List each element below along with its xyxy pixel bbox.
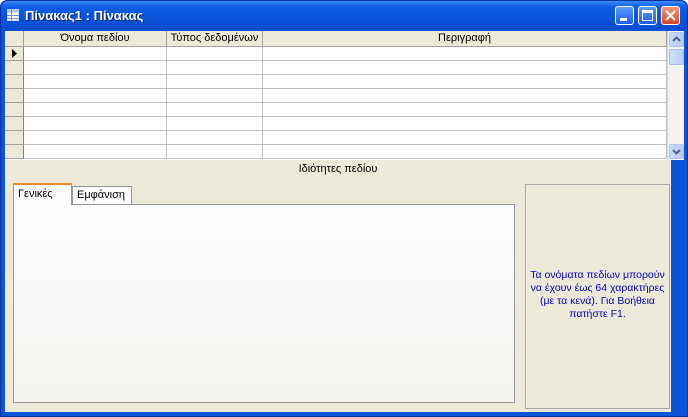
data-type-cell[interactable] (167, 61, 263, 75)
chevron-down-icon (672, 149, 681, 155)
minimize-icon (620, 18, 627, 21)
grid-corner[interactable] (5, 31, 24, 47)
client-area: Όνομα πεδίου Τύπος δεδομένων Περιγραφή Ι… (5, 31, 684, 412)
row-selector[interactable] (5, 89, 24, 103)
data-type-cell[interactable] (167, 117, 263, 131)
record-pointer-icon (12, 49, 17, 58)
tab-lookup[interactable]: Εμφάνιση (72, 186, 132, 205)
minimize-button[interactable] (615, 6, 634, 25)
data-type-cell[interactable] (167, 89, 263, 103)
field-name-cell[interactable] (24, 75, 167, 89)
description-cell[interactable] (263, 145, 667, 159)
field-name-cell[interactable] (24, 117, 167, 131)
description-cell[interactable] (263, 131, 667, 145)
data-type-cell[interactable] (167, 75, 263, 89)
data-type-cell[interactable] (167, 131, 263, 145)
window-title: Πίνακας1 : Πίνακας (25, 8, 144, 23)
data-type-cell[interactable] (167, 145, 263, 159)
title-bar[interactable]: Πίνακας1 : Πίνακας (1, 1, 687, 30)
help-pane: Τα ονόματα πεδίων μπορούν να έχουν έως 6… (525, 184, 670, 409)
description-cell[interactable] (263, 89, 667, 103)
description-cell[interactable] (263, 47, 667, 61)
column-header-description[interactable]: Περιγραφή (263, 31, 667, 47)
table-icon (7, 9, 19, 21)
row-selector[interactable] (5, 47, 24, 61)
field-name-cell[interactable] (24, 89, 167, 103)
tab-general[interactable]: Γενικές (13, 183, 72, 205)
description-cell[interactable] (263, 75, 667, 89)
vertical-scrollbar[interactable] (667, 31, 684, 160)
close-button[interactable] (661, 6, 680, 25)
row-selector[interactable] (5, 61, 24, 75)
scroll-thumb[interactable] (669, 49, 684, 65)
tab-panel (13, 204, 515, 403)
maximize-icon (642, 10, 653, 21)
field-name-cell[interactable] (24, 61, 167, 75)
maximize-button[interactable] (638, 6, 657, 25)
table-design-window: Πίνακας1 : Πίνακας Όνομα πεδίου Τύπος δε… (0, 0, 688, 417)
field-name-cell[interactable] (24, 103, 167, 117)
help-text: Τα ονόματα πεδίων μπορούν να έχουν έως 6… (530, 269, 665, 320)
data-type-cell[interactable] (167, 103, 263, 117)
description-cell[interactable] (263, 103, 667, 117)
row-selector[interactable] (5, 145, 24, 159)
data-type-cell[interactable] (167, 47, 263, 61)
field-name-cell[interactable] (24, 145, 167, 159)
description-cell[interactable] (263, 117, 667, 131)
description-cell[interactable] (263, 61, 667, 75)
row-selector[interactable] (5, 117, 24, 131)
properties-pane: Γενικές Εμφάνιση (9, 182, 521, 407)
scroll-down-button[interactable] (669, 144, 684, 159)
field-name-cell[interactable] (24, 131, 167, 145)
column-header-data-type[interactable]: Τύπος δεδομένων (167, 31, 263, 47)
close-icon (665, 10, 676, 21)
field-name-cell[interactable] (24, 47, 167, 61)
scroll-up-button[interactable] (669, 32, 684, 47)
field-properties-header: Ιδιότητες πεδίου (298, 163, 378, 175)
field-grid: Όνομα πεδίου Τύπος δεδομένων Περιγραφή (5, 31, 684, 160)
row-selector[interactable] (5, 75, 24, 89)
column-header-field-name[interactable]: Όνομα πεδίου (24, 31, 167, 47)
chevron-up-icon (672, 36, 681, 42)
row-selector[interactable] (5, 103, 24, 117)
row-selector[interactable] (5, 131, 24, 145)
